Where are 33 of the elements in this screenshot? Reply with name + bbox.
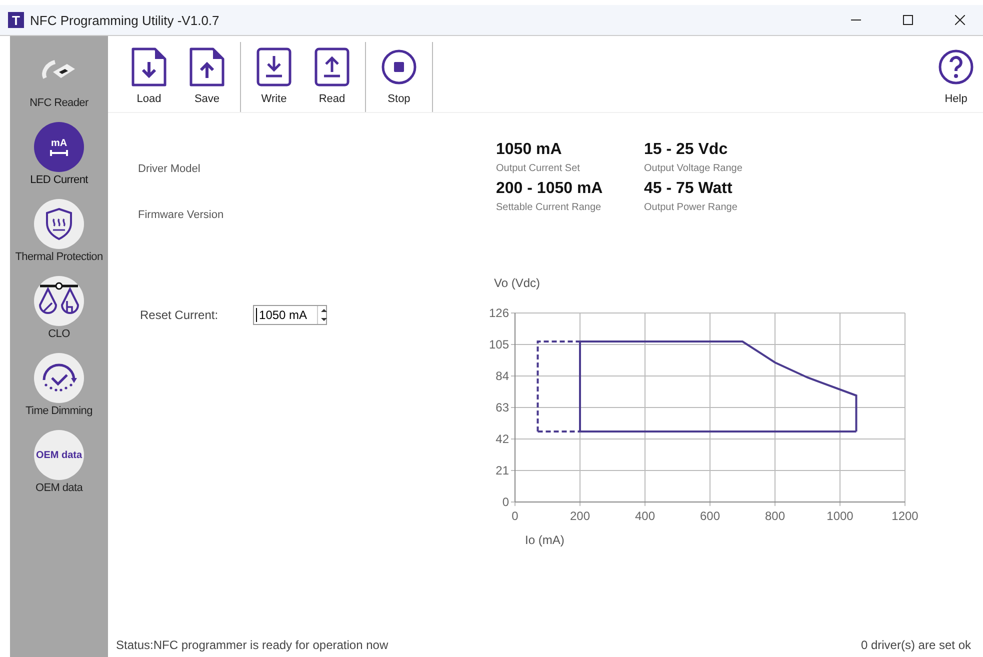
x-tick-label: 200 bbox=[570, 509, 590, 523]
spec-caption: Output Voltage Range bbox=[644, 163, 744, 174]
x-tick-label: 600 bbox=[700, 509, 720, 523]
status-text: Status:NFC programmer is ready for operation now bbox=[116, 638, 388, 652]
y-tick-label: 21 bbox=[496, 464, 509, 478]
spec-caption: Output Power Range bbox=[644, 202, 738, 213]
spec-value: 1050 mA bbox=[496, 141, 563, 159]
driver-count-text: 0 driver(s) are set ok bbox=[860, 638, 971, 652]
current-icon: mA bbox=[34, 122, 84, 172]
field-label: Reset Current: bbox=[140, 308, 218, 322]
info-label: Driver Model bbox=[138, 163, 202, 177]
window-title: NFC Programming Utility -V1.0.7 bbox=[30, 12, 220, 28]
x-tick-label: 1200 bbox=[892, 509, 918, 523]
y-tick-label: 42 bbox=[496, 432, 509, 446]
spec-caption: Settable Current Range bbox=[496, 202, 602, 213]
y-tick-label: 63 bbox=[496, 400, 509, 414]
y-tick-label: 0 bbox=[502, 495, 509, 509]
y-tick-label: 105 bbox=[488, 338, 509, 352]
spec-caption: Output Current Set bbox=[496, 163, 581, 174]
x-tick-label: 0 bbox=[512, 509, 518, 523]
oem-data-icon: OEM data bbox=[34, 430, 84, 480]
spec-value: 45 - 75 Watt bbox=[644, 180, 734, 198]
y-tick-label: 126 bbox=[488, 306, 509, 320]
x-tick-label: 400 bbox=[634, 509, 656, 523]
spec-value: 200 - 1050 mA bbox=[496, 180, 604, 198]
y-axis-title: Vo (Vdc) bbox=[494, 276, 540, 290]
y-tick-label: 84 bbox=[496, 369, 509, 383]
x-axis-title: Io (mA) bbox=[525, 533, 564, 547]
app-logo: T bbox=[8, 12, 24, 28]
info-label: Firmware Version bbox=[138, 209, 225, 223]
x-tick-label: 800 bbox=[764, 509, 786, 523]
x-tick-label: 1000 bbox=[826, 509, 854, 523]
spec-value: 15 - 25 Vdc bbox=[644, 141, 729, 159]
